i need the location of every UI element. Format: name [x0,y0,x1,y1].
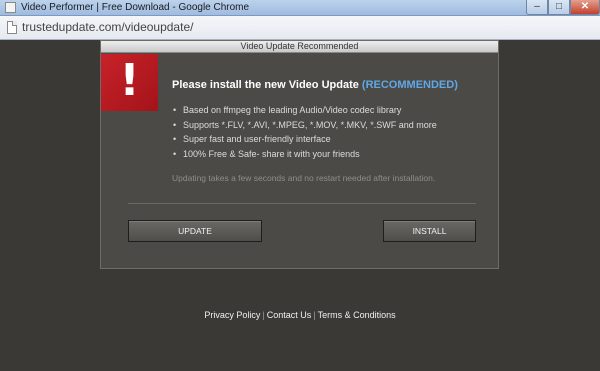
update-dialog: Video Update Recommended ! Please instal… [100,40,499,269]
feature-item: • Based on ffmpeg the leading Audio/Video… [173,103,437,118]
minimize-button[interactable]: – [526,0,548,15]
browser-app-icon [5,2,16,13]
footer-separator: | [313,310,316,320]
address-bar[interactable]: trustedupdate.com/videoupdate/ [0,16,600,40]
window-title: Video Performer | Free Download - Google… [21,2,250,13]
exclamation-icon: ! [119,55,140,106]
dialog-heading: Please install the new Video Update (REC… [172,79,458,91]
feature-item: • Supports *.FLV, *.AVI, *.MPEG, *.MOV, *… [173,118,437,133]
url-field[interactable]: trustedupdate.com/videoupdate/ [22,20,193,34]
bullet-icon: • [173,148,177,159]
window-titlebar: Video Performer | Free Download - Google… [0,0,600,16]
terms-link[interactable]: Terms & Conditions [318,310,396,320]
dialog-title: Video Update Recommended [101,41,498,53]
privacy-policy-link[interactable]: Privacy Policy [204,310,260,320]
feature-item: • 100% Free & Safe- share it with your fr… [173,147,437,162]
page-icon [7,21,17,34]
warning-icon: ! [101,54,158,111]
feature-text: Based on ffmpeg the leading Audio/Video … [183,105,402,115]
feature-text: Supports *.FLV, *.AVI, *.MPEG, *.MOV, *.… [183,119,437,130]
bullet-icon: • [173,134,177,144]
install-button[interactable]: INSTALL [383,220,476,242]
heading-text: Please install the new Video Update [172,79,362,91]
footer-separator: | [262,310,265,320]
install-note: Updating takes a few seconds and no rest… [172,173,436,183]
feature-list: • Based on ffmpeg the leading Audio/Video… [173,103,437,161]
close-button[interactable]: ✕ [570,0,600,15]
feature-text: 100% Free & Safe- share it with your fri… [183,148,360,159]
feature-item: • Super fast and user-friendly interface [173,132,437,147]
recommended-label: (RECOMMENDED) [361,79,458,91]
contact-us-link[interactable]: Contact Us [267,310,312,320]
maximize-button[interactable]: □ [548,0,570,15]
footer-links: Privacy Policy | Contact Us | Terms & Condit… [0,310,600,320]
bullet-icon: • [173,119,177,130]
divider [128,203,476,204]
feature-text: Super fast and user-friendly interface [183,134,331,144]
update-button[interactable]: UPDATE [128,220,262,242]
bullet-icon: • [173,105,177,115]
